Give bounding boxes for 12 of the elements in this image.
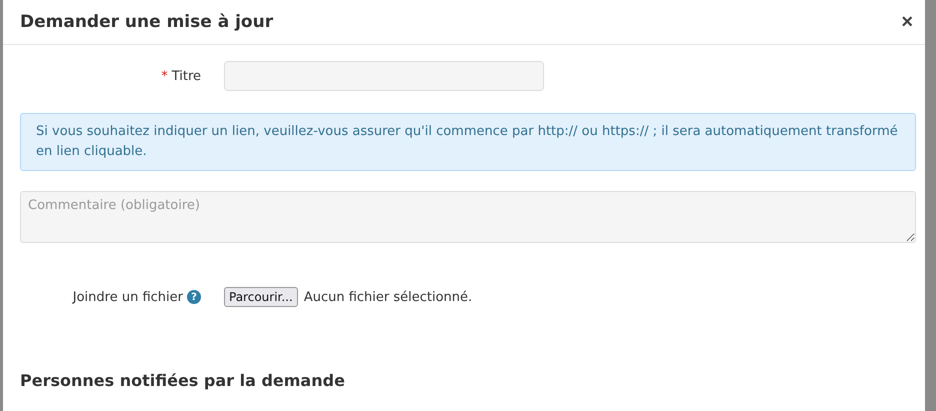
- required-mark: *: [161, 68, 168, 84]
- field-label: Joindre un fichier: [72, 290, 183, 304]
- section-heading: Personnes notifiées par la demande: [20, 371, 346, 390]
- file-status: Aucun fichier sélectionné.: [304, 290, 472, 304]
- dialog-title: Demander une mise à jour: [20, 12, 274, 32]
- info-message: Si vous souhaitez indiquer un lien, veuillez-vous assurer qu'il commence par http:// ou https:// ; il sera automatiquement transformé en lien cliquable.: [20, 113, 916, 171]
- browse-button[interactable]: Parcourir...: [224, 287, 298, 307]
- field-label: Titre: [172, 68, 201, 84]
- title-input[interactable]: [224, 61, 544, 91]
- comment-field[interactable]: Commentaire (obligatoire): [20, 191, 916, 243]
- help-icon[interactable]: ?: [187, 290, 201, 304]
- close-button[interactable]: ×: [901, 10, 913, 34]
